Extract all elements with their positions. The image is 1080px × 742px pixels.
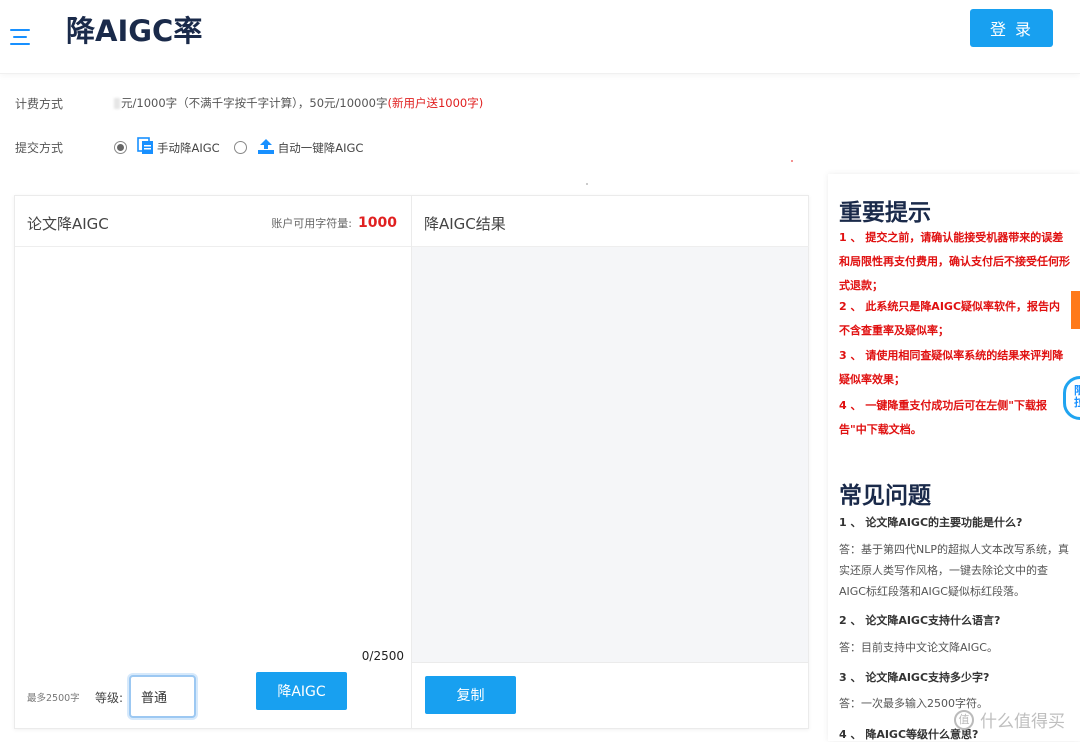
- input-title: 论文降AIGC: [27, 215, 109, 233]
- paper-input[interactable]: [15, 247, 411, 663]
- char-counter: 0/2500: [361, 649, 404, 663]
- price-blur: [114, 98, 120, 109]
- quota-value: 1000: [358, 215, 397, 231]
- result-title: 降AIGC结果: [424, 215, 506, 233]
- faq-question: 3 、 论文降AIGC支持多少字?: [839, 671, 990, 684]
- faq-title: 常见问题: [839, 483, 931, 509]
- radio-manual[interactable]: [114, 141, 127, 154]
- quota-label: 账户可用字符量:: [271, 217, 353, 230]
- copy-button[interactable]: 复制: [425, 676, 516, 714]
- faq-question: 1 、 论文降AIGC的主要功能是什么?: [839, 516, 1023, 529]
- submit-options: 手动降AIGC 自动一键降AIGC: [114, 137, 377, 158]
- watermark-logo-icon: 值: [954, 709, 974, 730]
- billing-label: 计费方式: [15, 97, 64, 111]
- editor-panel: 论文降AIGC 账户可用字符量: 1000 0/2500 最多2500字 等级: …: [14, 195, 809, 729]
- max-length-note: 最多2500字: [27, 693, 80, 704]
- notice-item: 1 、 提交之前，请确认能接受机器带来的误差和局限性再支付费用，确认支付后不接受…: [839, 231, 1070, 292]
- input-pane-header: 论文降AIGC 账户可用字符量: 1000: [15, 196, 411, 247]
- billing-text: 元/1000字（不满千字按千字计算），50元/10000字: [121, 96, 388, 110]
- option-manual[interactable]: 手动降AIGC: [114, 137, 220, 158]
- result-pane: 降AIGC结果 复制: [412, 196, 809, 728]
- input-footer: 最多2500字 等级: 降AIGC: [15, 663, 411, 729]
- notice-item: 2 、 此系统只是降AIGC疑似率软件，报告内不含查重率及疑似率；: [839, 300, 1061, 337]
- option-auto[interactable]: 自动一键降AIGC: [233, 138, 364, 158]
- watermark: 值 什么值得买: [954, 707, 1065, 732]
- notice-item: 4 、 一键降重支付成功后可在左侧"下载报告"中下载文档。: [839, 399, 1048, 436]
- promo-text: (新用户送1000字): [387, 96, 484, 110]
- upload-icon: [257, 138, 275, 158]
- submit-label: 提交方式: [15, 141, 64, 155]
- decor-dot: [586, 183, 588, 185]
- faq-answer: 答：目前支持中文论文降AIGC。: [839, 641, 998, 654]
- top-header: 降AIGC率 登 录: [0, 0, 1080, 74]
- float-promo-button[interactable]: 限 拉: [1063, 376, 1080, 420]
- float-promo-text: 限 拉: [1074, 384, 1080, 409]
- option-manual-label: 手动降AIGC: [157, 140, 220, 155]
- option-auto-label: 自动一键降AIGC: [277, 140, 364, 155]
- faq-answer: 答：基于第四代NLP的超拟人文本改写系统，真实还原人类写作风格，一键去除论文中的…: [839, 543, 1069, 598]
- quota-display: 账户可用字符量: 1000: [271, 215, 397, 231]
- input-pane: 论文降AIGC 账户可用字符量: 1000 0/2500 最多2500字 等级: …: [15, 196, 412, 728]
- info-sidebar: 重要提示 1 、 提交之前，请确认能接受机器带来的误差和局限性再支付费用，确认支…: [828, 174, 1080, 741]
- faq-question: 2 、 论文降AIGC支持什么语言?: [839, 614, 1001, 627]
- result-output[interactable]: [412, 247, 808, 663]
- reduce-aigc-button[interactable]: 降AIGC: [256, 672, 347, 710]
- radio-auto[interactable]: [233, 141, 247, 154]
- site-title: 降AIGC率: [66, 14, 203, 48]
- notice-title: 重要提示: [839, 200, 931, 226]
- decor-dot: [791, 160, 793, 162]
- result-pane-header: 降AIGC结果: [412, 196, 809, 247]
- billing-info: 元/1000字（不满千字按千字计算），50元/10000字(新用户送1000字): [114, 95, 483, 111]
- level-label: 等级:: [95, 691, 124, 705]
- document-icon: [137, 137, 154, 158]
- level-select[interactable]: [129, 675, 196, 718]
- login-button[interactable]: 登 录: [970, 9, 1053, 47]
- feedback-tab[interactable]: [1071, 291, 1080, 329]
- watermark-text: 什么值得买: [980, 712, 1065, 732]
- menu-icon[interactable]: [10, 29, 32, 47]
- notice-item: 3 、 请使用相同查疑似率系统的结果来评判降疑似率效果；: [839, 349, 1064, 386]
